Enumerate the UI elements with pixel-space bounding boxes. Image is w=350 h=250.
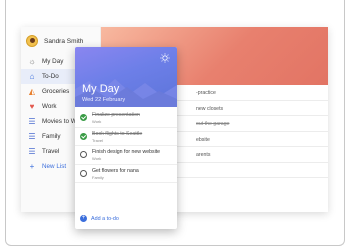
checkbox-checked-icon[interactable] bbox=[80, 114, 87, 121]
list-icon: ☰ bbox=[28, 116, 36, 126]
task-title: Finish design for new website bbox=[92, 149, 161, 155]
sidebar-item-label: Groceries bbox=[42, 88, 70, 95]
sidebar-item-label: Family bbox=[42, 133, 61, 140]
sun-icon[interactable] bbox=[160, 53, 170, 63]
task-list-name: Family bbox=[92, 174, 104, 180]
date-label: Wed 22 February bbox=[82, 97, 126, 103]
sidebar-item-label: Travel bbox=[42, 148, 60, 155]
checkbox-checked-icon[interactable] bbox=[80, 132, 87, 140]
sidebar-item-label: Work bbox=[42, 103, 57, 110]
my-day-header: My Day Wed 22 February bbox=[75, 47, 177, 107]
sidebar-item-label: To-Do bbox=[42, 73, 59, 80]
add-todo-label: Add a to-do bbox=[91, 215, 119, 222]
task-item[interactable]: Get flowers for nana Family bbox=[75, 165, 177, 183]
page-title: My Day bbox=[82, 83, 120, 95]
task-list-name: Work bbox=[92, 119, 102, 124]
sidebar-item-label: New List bbox=[42, 163, 67, 170]
my-day-card: My Day Wed 22 February Finalize presenta… bbox=[75, 47, 177, 229]
task-title: Finalize presentation bbox=[92, 112, 140, 118]
plus-icon: + bbox=[29, 161, 35, 171]
sun-icon: ☼ bbox=[28, 56, 36, 66]
avatar bbox=[26, 35, 38, 47]
task-list: Finalize presentation Work Book flights … bbox=[75, 109, 177, 183]
task-list-name: Work bbox=[92, 156, 102, 161]
checkbox-empty-icon[interactable] bbox=[80, 169, 87, 177]
home-icon: ⌂ bbox=[29, 71, 35, 81]
task-title: Book flights to Seattle bbox=[92, 130, 143, 137]
task-item[interactable]: Book flights to Seattle Travel bbox=[75, 128, 177, 146]
user-name: Sandra Smith bbox=[44, 37, 84, 45]
heart-icon: ♥ bbox=[29, 101, 35, 111]
pizza-icon: ◭ bbox=[28, 86, 36, 96]
sidebar-item-label: My Day bbox=[42, 58, 64, 65]
task-item[interactable]: Finish design for new website Work bbox=[75, 146, 177, 165]
list-icon: ☰ bbox=[28, 146, 36, 156]
user-profile[interactable]: Sandra Smith bbox=[26, 35, 83, 47]
checkbox-empty-icon[interactable] bbox=[80, 151, 87, 158]
task-title: Get flowers for nana bbox=[92, 167, 139, 174]
plus-icon: + bbox=[80, 215, 87, 222]
task-item[interactable]: Finalize presentation Work bbox=[75, 109, 177, 128]
task-list-name: Travel bbox=[92, 137, 103, 143]
list-icon: ☰ bbox=[28, 131, 36, 141]
add-todo-button[interactable]: + Add a to-do bbox=[80, 215, 119, 222]
